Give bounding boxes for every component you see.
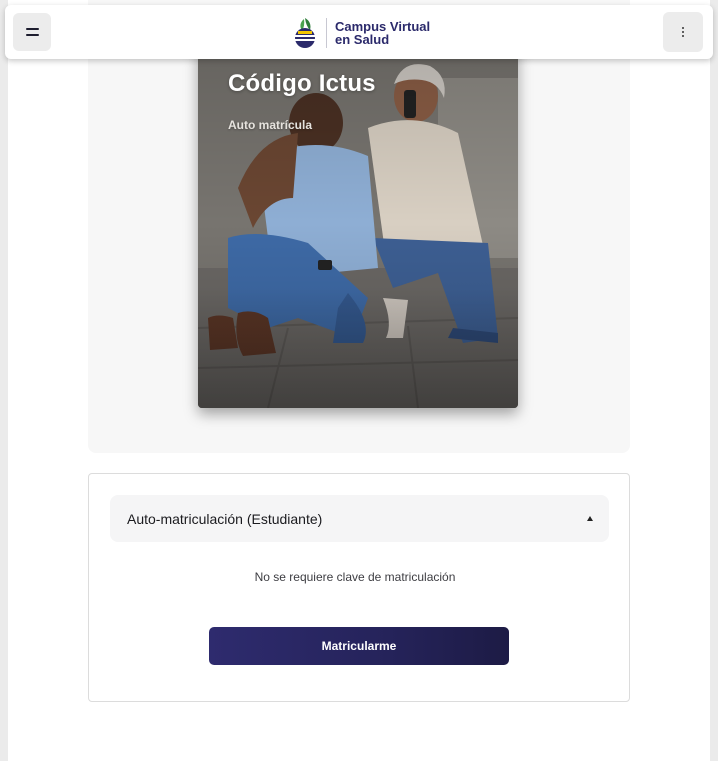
course-title: Código Ictus: [228, 70, 376, 97]
more-options-button[interactable]: [663, 12, 703, 52]
logo-text: Campus Virtual en Salud: [335, 20, 430, 46]
enrolment-method-title: Auto-matriculación (Estudiante): [127, 511, 323, 527]
card-overlay: [198, 288, 518, 408]
logo-emblem-icon: [295, 18, 315, 48]
menu-button[interactable]: [13, 13, 51, 51]
top-navbar: Campus Virtual en Salud: [5, 5, 713, 59]
logo-line-2: en Salud: [335, 32, 390, 47]
enrolment-key-note: No se requiere clave de matriculación: [89, 570, 629, 584]
enrol-button[interactable]: Matricularme: [209, 627, 509, 665]
logo-separator: [326, 18, 327, 48]
more-vertical-icon: [682, 27, 684, 37]
enrolment-method-toggle[interactable]: Auto-matriculación (Estudiante): [110, 495, 609, 542]
caret-up-icon: [587, 516, 593, 521]
site-logo[interactable]: Campus Virtual en Salud: [290, 15, 430, 51]
hamburger-icon: [25, 28, 39, 36]
course-image-card: Código Ictus Auto matrícula: [198, 38, 518, 408]
enrolment-panel: Auto-matriculación (Estudiante) No se re…: [88, 473, 630, 702]
course-subtitle: Auto matrícula: [228, 118, 313, 132]
enrolment-key-note-text: No se requiere clave de matriculación: [254, 570, 456, 584]
